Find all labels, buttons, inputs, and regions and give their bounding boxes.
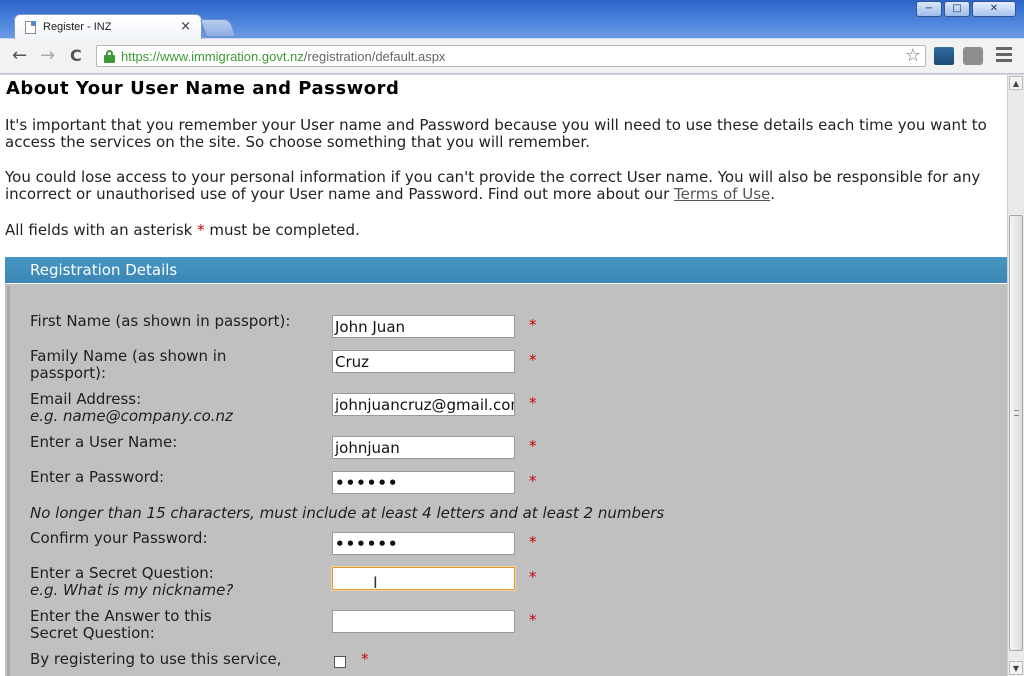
secret-answer-field[interactable] [332, 610, 515, 633]
registration-form: First Name (as shown in passport): John … [5, 284, 1007, 676]
page-heading: About Your User Name and Password [6, 78, 400, 99]
back-icon[interactable]: ← [12, 45, 27, 66]
terms-of-use-link[interactable]: Terms of Use [674, 185, 770, 203]
required-marker: * [529, 394, 537, 412]
required-marker: * [361, 650, 369, 668]
scroll-down-icon[interactable]: ▼ [1009, 661, 1023, 675]
first-name-label: First Name (as shown in passport): [30, 312, 291, 330]
forward-icon[interactable]: → [40, 45, 55, 66]
email-field[interactable]: johnjuancruz@gmail.com [332, 393, 515, 416]
maximize-button[interactable]: □ [944, 1, 970, 17]
username-label: Enter a User Name: [30, 433, 178, 451]
text-cursor-icon: I [373, 573, 378, 592]
secret-question-hint: e.g. What is my nickname? [30, 581, 234, 599]
scroll-up-icon[interactable]: ▲ [1009, 76, 1023, 90]
terms-checkbox[interactable] [334, 656, 346, 668]
secret-question-field[interactable] [332, 567, 515, 590]
new-tab-button[interactable] [199, 19, 237, 37]
asterisk-note: All fields with an asterisk * must be co… [5, 221, 360, 239]
menu-icon[interactable] [996, 47, 1012, 65]
family-name-label: Family Name (as shown in passport): [30, 347, 227, 382]
email-label: Email Address: e.g. name@company.co.nz [30, 390, 233, 425]
email-hint: e.g. name@company.co.nz [30, 407, 233, 425]
window-controls: − □ ✕ [916, 1, 1016, 17]
terms-agreement-label: By registering to use this service, [30, 650, 282, 668]
required-marker: * [529, 316, 537, 334]
secret-question-label: Enter a Secret Question: e.g. What is my … [30, 564, 234, 599]
scroll-thumb[interactable] [1009, 215, 1023, 651]
confirm-password-field[interactable]: •••••• [332, 532, 515, 555]
required-marker: * [529, 472, 537, 490]
section-title: Registration Details [30, 261, 178, 279]
required-marker: * [529, 533, 537, 551]
bookmark-star-icon[interactable]: ☆ [905, 45, 921, 66]
intro-paragraph: It's important that you remember your Us… [5, 116, 987, 151]
vertical-scrollbar[interactable]: ▲ ▼ [1007, 75, 1024, 676]
extension-chat-icon[interactable] [963, 47, 983, 65]
minimize-button[interactable]: − [916, 1, 942, 17]
password-label: Enter a Password: [30, 468, 165, 486]
reload-icon[interactable]: C [70, 46, 82, 65]
secret-answer-label: Enter the Answer to this Secret Question: [30, 607, 212, 642]
required-marker: * [529, 611, 537, 629]
page-icon [25, 21, 36, 34]
browser-tab[interactable]: Register - INZ × [14, 14, 202, 40]
registration-section-header: Registration Details [5, 257, 1007, 283]
confirm-password-label: Confirm your Password: [30, 529, 208, 547]
extension-chart-icon[interactable] [934, 47, 954, 65]
url-text: https://www.immigration.govt.nz/registra… [121, 49, 446, 64]
close-tab-icon[interactable]: × [180, 19, 191, 34]
browser-toolbar: ← → C https://www.immigration.govt.nz/re… [0, 39, 1024, 74]
page-content: About Your User Name and Password It's i… [0, 75, 1007, 676]
required-marker: * [529, 568, 537, 586]
password-field[interactable]: •••••• [332, 471, 515, 494]
first-name-field[interactable]: John Juan [332, 315, 515, 338]
lock-icon [104, 50, 115, 63]
tab-title: Register - INZ [43, 21, 112, 33]
username-field[interactable]: johnjuan [332, 436, 515, 459]
required-marker: * [529, 351, 537, 369]
tab-strip: Register - INZ × − □ ✕ [0, 0, 1024, 40]
address-bar[interactable]: https://www.immigration.govt.nz/registra… [96, 45, 926, 67]
browser-window: Register - INZ × − □ ✕ ← → C https://www… [0, 0, 1024, 676]
password-hint: No longer than 15 characters, must inclu… [30, 504, 665, 522]
required-marker: * [529, 437, 537, 455]
close-window-button[interactable]: ✕ [972, 1, 1016, 17]
family-name-field[interactable]: Cruz [332, 350, 515, 373]
warning-paragraph: You could lose access to your personal i… [5, 168, 981, 203]
